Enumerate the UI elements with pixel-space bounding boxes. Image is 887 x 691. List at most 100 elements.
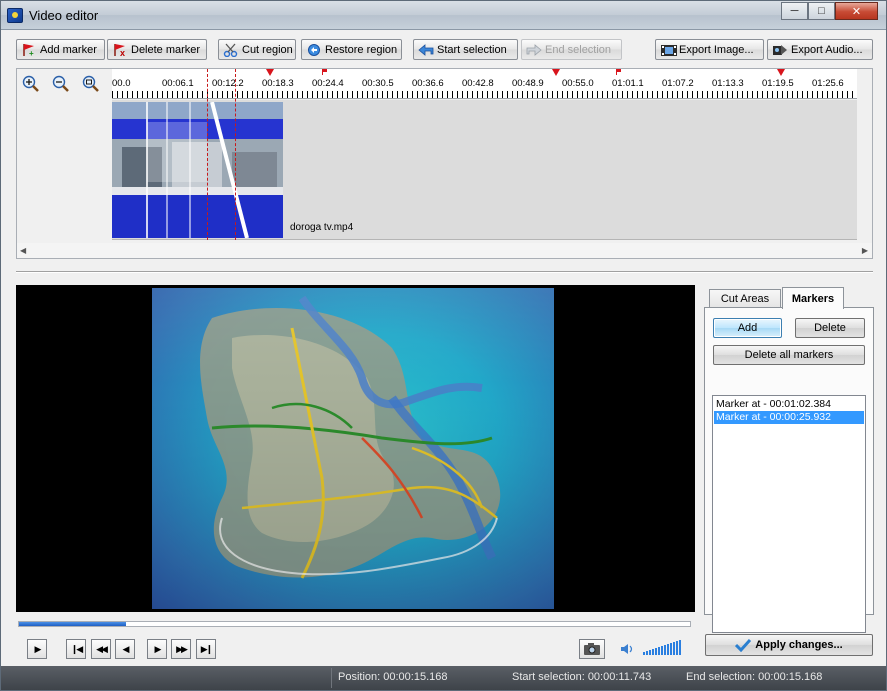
scroll-right-icon[interactable]: ▶ bbox=[862, 246, 868, 255]
export-audio-button[interactable]: Export Audio... bbox=[767, 39, 873, 60]
time-ruler[interactable]: 00.0 00:06.1 00:12.2 00:18.3 00:24.4 00:30.5 0… bbox=[112, 69, 857, 99]
video-editor-window: Video editor ─ □ ✕ + Add marker x Delete… bbox=[0, 0, 887, 691]
timeline-marker[interactable] bbox=[322, 69, 328, 75]
map-frame-image bbox=[200, 295, 501, 579]
export-image-label: Export Image... bbox=[679, 43, 754, 56]
add-marker-label: Add marker bbox=[40, 43, 97, 56]
cut-region-button[interactable]: Cut region bbox=[218, 39, 296, 60]
ruler-tick-label: 01:13.3 bbox=[712, 78, 744, 89]
ruler-tick-label: 00:30.5 bbox=[362, 78, 394, 89]
step-forward-icon: ▶ bbox=[154, 643, 162, 654]
step-back-icon: ◀ bbox=[122, 643, 130, 654]
ruler-tick-label: 00:48.9 bbox=[512, 78, 544, 89]
window-controls: ─ □ ✕ bbox=[781, 2, 878, 20]
delete-all-markers-button[interactable]: Delete all markers bbox=[713, 345, 865, 365]
apply-changes-label: Apply changes... bbox=[755, 639, 843, 651]
delete-marker-icon: x bbox=[112, 43, 128, 58]
markers-tab-body: Add Delete Delete all markers Marker at … bbox=[704, 307, 874, 633]
scroll-left-icon[interactable]: ◀ bbox=[20, 246, 26, 255]
go-to-end-button[interactable]: ▶❙ bbox=[196, 639, 216, 659]
status-start-selection: Start selection: 00:00:11.743 bbox=[512, 671, 652, 683]
play-button[interactable]: ▶ bbox=[27, 639, 47, 659]
add-marker-button[interactable]: + Add marker bbox=[16, 39, 105, 60]
video-track[interactable]: doroga tv.mp4 bbox=[112, 100, 857, 240]
timeline-marker[interactable] bbox=[266, 69, 274, 76]
apply-changes-button[interactable]: Apply changes... bbox=[705, 634, 873, 656]
checkmark-icon bbox=[735, 638, 752, 653]
go-to-start-button[interactable]: ❙◀ bbox=[66, 639, 86, 659]
zoom-fit-icon[interactable] bbox=[81, 75, 103, 93]
list-item[interactable]: Marker at - 00:01:02.384 bbox=[714, 398, 864, 411]
playback-progress[interactable] bbox=[18, 621, 691, 627]
tab-markers[interactable]: Markers bbox=[782, 287, 844, 309]
maximize-icon: □ bbox=[818, 5, 825, 17]
start-selection-button[interactable]: Start selection bbox=[413, 39, 518, 60]
snapshot-button[interactable] bbox=[579, 639, 605, 659]
video-preview[interactable] bbox=[16, 285, 695, 612]
status-bar: Position: 00:00:15.168 Start selection: … bbox=[1, 666, 886, 690]
close-button[interactable]: ✕ bbox=[835, 2, 878, 20]
timeline-marker[interactable] bbox=[777, 69, 785, 76]
status-divider bbox=[331, 668, 332, 688]
ruler-tick-label: 00:24.4 bbox=[312, 78, 344, 89]
clip-frame-image bbox=[112, 102, 283, 238]
progress-fill bbox=[19, 622, 127, 626]
export-image-button[interactable]: Export Image... bbox=[655, 39, 764, 60]
delete-marker-button[interactable]: x Delete marker bbox=[107, 39, 207, 60]
title-bar[interactable]: Video editor ─ □ ✕ bbox=[1, 1, 886, 30]
scissors-icon bbox=[223, 43, 239, 57]
timeline-marker[interactable] bbox=[552, 69, 560, 76]
maximize-button[interactable]: □ bbox=[808, 2, 835, 20]
volume-slider[interactable] bbox=[643, 640, 683, 656]
ruler-tick-label: 01:01.1 bbox=[612, 78, 644, 89]
timeline-marker[interactable] bbox=[616, 69, 622, 75]
zoom-tools bbox=[21, 75, 103, 93]
delete-button[interactable]: Delete bbox=[795, 318, 865, 338]
add-button[interactable]: Add bbox=[713, 318, 782, 338]
restore-region-button[interactable]: Restore region bbox=[301, 39, 402, 60]
markers-list[interactable]: Marker at - 00:01:02.384 Marker at - 00:… bbox=[712, 395, 866, 633]
ruler-tick-label: 00.0 bbox=[112, 78, 131, 89]
selection-end-line[interactable] bbox=[235, 69, 236, 240]
selection-start-line[interactable] bbox=[207, 69, 208, 240]
skip-start-icon: ❙◀ bbox=[70, 643, 84, 654]
window-title: Video editor bbox=[29, 8, 99, 23]
minimize-icon: ─ bbox=[790, 5, 799, 17]
start-selection-label: Start selection bbox=[437, 43, 507, 56]
start-selection-icon bbox=[418, 43, 434, 57]
export-audio-label: Export Audio... bbox=[791, 43, 863, 56]
side-panel: Cut Areas Markers Add Delete Delete all … bbox=[704, 285, 874, 633]
list-item[interactable]: Marker at - 00:00:25.932 bbox=[714, 411, 864, 424]
fast-forward-icon: ▶▶ bbox=[176, 643, 188, 654]
audio-icon bbox=[772, 43, 788, 57]
svg-text:+: + bbox=[29, 49, 34, 57]
add-marker-icon: + bbox=[21, 43, 37, 58]
cut-region-label: Cut region bbox=[242, 43, 293, 56]
status-end-selection: End selection: 00:00:15.168 bbox=[686, 671, 823, 683]
film-icon bbox=[660, 43, 677, 57]
zoom-in-icon[interactable] bbox=[21, 75, 43, 93]
video-clip-thumbnail[interactable] bbox=[112, 102, 283, 238]
play-icon: ▶ bbox=[34, 643, 42, 654]
clip-filename: doroga tv.mp4 bbox=[290, 222, 354, 233]
rewind-button[interactable]: ◀◀ bbox=[91, 639, 111, 659]
panel-separator[interactable] bbox=[16, 271, 873, 273]
ruler-tick-label: 00:18.3 bbox=[262, 78, 294, 89]
camera-icon bbox=[584, 643, 600, 655]
timeline-scrollbar[interactable]: ◀ ▶ bbox=[17, 243, 872, 258]
ruler-tick-label: 00:12.2 bbox=[212, 78, 244, 89]
tab-cut-areas[interactable]: Cut Areas bbox=[709, 289, 781, 308]
toolbar: + Add marker x Delete marker Cut region … bbox=[1, 37, 886, 63]
status-position: Position: 00:00:15.168 bbox=[338, 671, 448, 683]
minimize-button[interactable]: ─ bbox=[781, 2, 808, 20]
ruler-tick-label: 00:55.0 bbox=[562, 78, 594, 89]
step-forward-button[interactable]: ▶ bbox=[147, 639, 167, 659]
delete-marker-label: Delete marker bbox=[131, 43, 201, 56]
ruler-tick-label: 00:42.8 bbox=[462, 78, 494, 89]
fast-forward-button[interactable]: ▶▶ bbox=[171, 639, 191, 659]
end-selection-button[interactable]: End selection bbox=[521, 39, 622, 60]
rewind-icon: ◀◀ bbox=[96, 643, 108, 654]
zoom-out-icon[interactable] bbox=[51, 75, 73, 93]
step-back-button[interactable]: ◀ bbox=[115, 639, 135, 659]
speaker-icon[interactable] bbox=[619, 642, 635, 656]
